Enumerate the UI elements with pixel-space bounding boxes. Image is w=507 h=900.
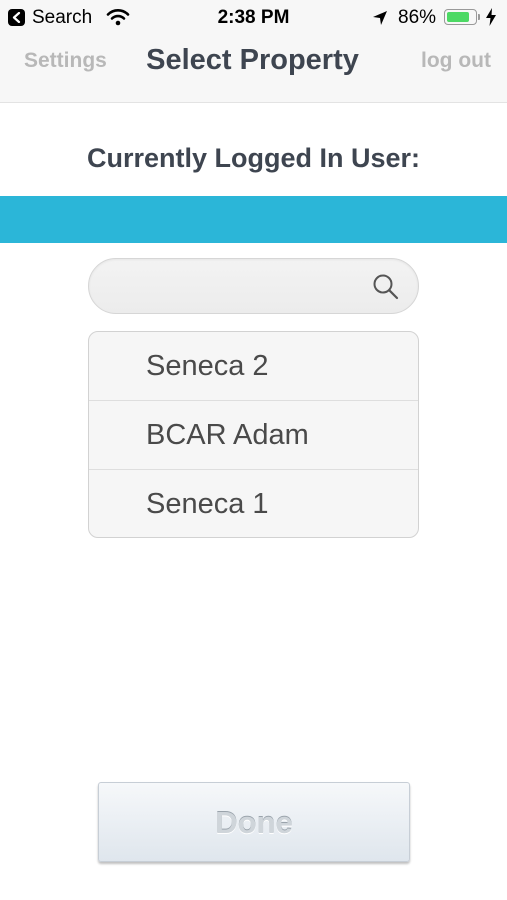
done-button-label: Done [215,805,293,840]
navigation-bar: Select Property Settings log out [0,38,507,103]
charging-bolt-icon [486,8,496,31]
search-icon[interactable] [372,273,400,306]
property-item-label: Seneca 2 [146,350,269,382]
settings-button[interactable]: Settings [24,49,107,73]
property-item-seneca-2[interactable]: Seneca 2 [89,332,418,401]
search-input[interactable] [107,271,371,303]
property-item-bcar-adam[interactable]: BCAR Adam [89,401,418,470]
property-item-label: Seneca 1 [146,488,269,520]
property-list: Seneca 2 BCAR Adam Seneca 1 [88,331,419,538]
battery-percent: 86% [398,7,437,28]
status-bar: Search 2:38 PM 86% [0,0,507,38]
battery-level-fill [447,12,470,22]
current-user-bar [0,196,507,243]
property-item-label: BCAR Adam [146,419,309,451]
property-item-seneca-1[interactable]: Seneca 1 [89,470,418,537]
location-arrow-icon [372,10,388,31]
search-box[interactable] [88,258,419,314]
battery-cap [478,14,480,20]
current-user-heading: Currently Logged In User: [86,143,421,173]
log-out-button[interactable]: log out [421,49,491,73]
battery-icon [444,9,477,25]
done-button[interactable]: Done [98,782,410,862]
